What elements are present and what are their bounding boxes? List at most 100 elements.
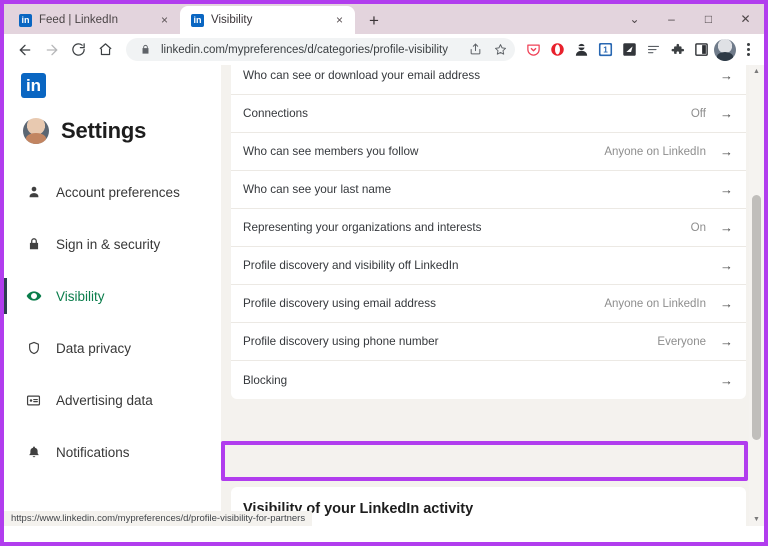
url-text: linkedin.com/mypreferences/d/categories/… <box>161 43 448 56</box>
table-row[interactable]: Profile discovery using phone number Eve… <box>231 323 746 361</box>
pocket-save-icon[interactable] <box>522 37 544 62</box>
three-dots-menu-icon[interactable] <box>738 37 758 62</box>
scroll-down-icon[interactable]: ▼ <box>749 513 764 526</box>
chevron-right-icon: → <box>720 144 733 159</box>
linkedin-icon <box>19 13 32 27</box>
settings-nav: Account preferences Sign in & security V… <box>4 166 221 478</box>
table-row[interactable]: Representing your organizations and inte… <box>231 209 746 247</box>
tab-title: Feed | LinkedIn <box>39 14 119 26</box>
new-tab-button[interactable]: + <box>361 7 387 33</box>
scrollbar-thumb[interactable] <box>752 195 761 440</box>
row-label: Who can see members you follow <box>243 145 419 158</box>
row-label: Profile discovery using phone number <box>243 335 439 348</box>
sidebar-item-label: Notifications <box>56 444 130 460</box>
sidebar-item-notifications[interactable]: Notifications <box>4 426 221 478</box>
sidebar-item-data-privacy[interactable]: Data privacy <box>4 322 221 374</box>
back-icon[interactable] <box>12 37 37 62</box>
close-icon[interactable]: × <box>157 13 172 28</box>
row-value: On <box>690 221 706 234</box>
row-value: Anyone on LinkedIn <box>604 145 706 158</box>
close-window-icon[interactable]: ✕ <box>727 4 764 34</box>
row-label: Connections <box>243 107 308 120</box>
row-label: Profile discovery using email address <box>243 297 436 310</box>
row-value: Off <box>690 107 706 120</box>
row-label: Who can see your last name <box>243 183 392 196</box>
user-avatar-icon <box>714 38 736 61</box>
row-label: Who can see or download your email addre… <box>243 69 481 82</box>
main-content: Who can see or download your email addre… <box>221 65 764 526</box>
sidebar-item-label: Data privacy <box>56 340 132 356</box>
opera-icon[interactable] <box>546 37 568 62</box>
tab-strip: Feed | LinkedIn × Visibility × + ⌄ – □ ✕ <box>4 4 764 34</box>
row-value: Anyone on LinkedIn <box>604 297 706 310</box>
card-icon <box>25 392 42 409</box>
sidebar-item-label: Sign in & security <box>56 236 161 252</box>
maximize-icon[interactable]: □ <box>690 4 727 34</box>
home-icon[interactable] <box>93 37 118 62</box>
tab-title: Visibility <box>211 14 253 26</box>
svg-text:1: 1 <box>603 46 608 55</box>
blocking-row[interactable]: Blocking → <box>231 361 746 399</box>
sidebar-item-advertising-data[interactable]: Advertising data <box>4 374 221 426</box>
visibility-settings-card: Who can see or download your email addre… <box>231 65 746 399</box>
tab-search-icon[interactable]: ⌄ <box>616 4 653 34</box>
sidebar-item-label: Advertising data <box>56 392 153 408</box>
badge-one-icon[interactable]: 1 <box>594 37 616 62</box>
browser-tab-visibility[interactable]: Visibility × <box>180 6 355 34</box>
highlight-annotation <box>221 441 748 481</box>
status-bar: https://www.linkedin.com/mypreferences/d… <box>4 511 313 526</box>
sidebar-item-label: Visibility <box>56 288 105 304</box>
table-row[interactable]: Profile discovery using email address An… <box>231 285 746 323</box>
sidebar: Settings Account preferences Sign in & s… <box>4 65 221 526</box>
forward-icon[interactable] <box>39 37 64 62</box>
address-bar[interactable]: linkedin.com/mypreferences/d/categories/… <box>126 38 515 61</box>
dark-square-icon[interactable] <box>618 37 640 62</box>
chevron-right-icon: → <box>720 296 733 311</box>
scroll-up-icon[interactable]: ▲ <box>749 65 764 78</box>
chevron-right-icon: → <box>720 220 733 235</box>
linkedin-logo[interactable] <box>21 73 46 98</box>
browser-window: Feed | LinkedIn × Visibility × + ⌄ – □ ✕ <box>0 0 768 546</box>
window-controls: ⌄ – □ ✕ <box>616 4 764 34</box>
puzzle-extensions-icon[interactable] <box>666 37 688 62</box>
chevron-right-icon: → <box>720 372 733 388</box>
ninja-avatar-icon[interactable] <box>570 37 592 62</box>
lock-icon <box>25 236 42 253</box>
row-label: Blocking <box>243 373 288 387</box>
close-icon[interactable]: × <box>332 13 347 28</box>
reading-list-icon[interactable] <box>642 37 664 62</box>
scrollbar[interactable]: ▲ ▼ <box>749 65 764 526</box>
chevron-right-icon: → <box>720 334 733 349</box>
table-row[interactable]: Connections Off → <box>231 95 746 133</box>
table-row[interactable]: Who can see or download your email addre… <box>231 65 746 95</box>
row-label: Profile discovery and visibility off Lin… <box>243 259 459 272</box>
chevron-right-icon: → <box>720 106 733 121</box>
chevron-right-icon: → <box>720 68 733 83</box>
sidebar-item-visibility[interactable]: Visibility <box>4 270 221 322</box>
linkedin-icon <box>191 13 204 27</box>
row-label: Representing your organizations and inte… <box>243 221 482 234</box>
sidebar-item-sign-in-security[interactable]: Sign in & security <box>4 218 221 270</box>
star-icon[interactable] <box>491 41 509 59</box>
profile-photo <box>23 118 49 144</box>
avatar[interactable] <box>714 37 736 62</box>
reload-icon[interactable] <box>66 37 91 62</box>
page-title: Settings <box>61 118 147 143</box>
row-value: Everyone <box>657 335 706 348</box>
share-icon[interactable] <box>466 41 484 59</box>
person-icon <box>25 184 42 201</box>
padlock-icon <box>136 41 154 59</box>
minimize-icon[interactable]: – <box>653 4 690 34</box>
bell-icon <box>25 444 42 461</box>
chevron-right-icon: → <box>720 182 733 197</box>
table-row[interactable]: Profile discovery and visibility off Lin… <box>231 247 746 285</box>
split-panel-icon[interactable] <box>690 37 712 62</box>
browser-tab-feed[interactable]: Feed | LinkedIn × <box>8 6 180 34</box>
chevron-right-icon: → <box>720 258 733 273</box>
settings-header: Settings <box>4 98 221 144</box>
shield-icon <box>25 340 42 357</box>
sidebar-item-account-preferences[interactable]: Account preferences <box>4 166 221 218</box>
table-row[interactable]: Who can see members you follow Anyone on… <box>231 133 746 171</box>
eye-icon <box>25 288 42 305</box>
table-row[interactable]: Who can see your last name → <box>231 171 746 209</box>
